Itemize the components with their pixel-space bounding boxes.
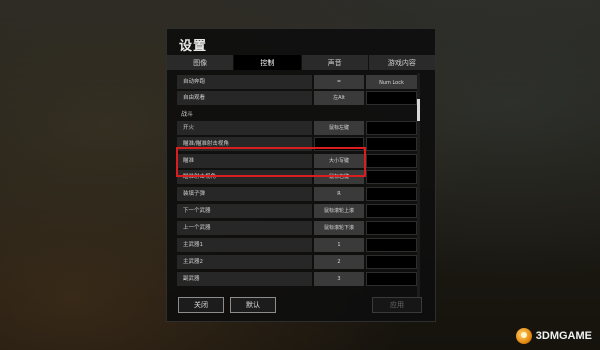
primary-key-slot[interactable]: 鼠标左键	[314, 121, 364, 135]
3dm-logo-icon	[515, 328, 532, 344]
row-label: 自动奔跑	[177, 75, 312, 89]
keybinding-row-sidearm: 副武器 3	[177, 272, 417, 286]
row-label: 主武器1	[177, 238, 312, 252]
keybinding-list: 自动奔跑 = Num Lock 自由观看 左Alt 战斗 开火 鼠标左键 瞄准/…	[177, 73, 425, 307]
keybinding-row-primary-2: 主武器2 2	[177, 255, 417, 269]
row-label: 装填子弹	[177, 187, 312, 201]
row-label: 开火	[177, 121, 312, 135]
secondary-key-slot[interactable]	[366, 91, 417, 105]
keybinding-row-primary-1: 主武器1 1	[177, 238, 417, 252]
watermark: 3DMGAME	[515, 328, 592, 344]
keybinding-row-reload: 装填子弹 R	[177, 187, 417, 201]
keybinding-row-prev-weapon: 上一个武器 鼠标滚轮下滚	[177, 221, 417, 235]
secondary-key-slot[interactable]	[366, 204, 417, 218]
secondary-key-slot[interactable]	[366, 170, 417, 184]
primary-key-slot[interactable]: 鼠标滚轮下滚	[314, 221, 364, 235]
primary-key-slot[interactable]: 鼠标滚轮上滚	[314, 204, 364, 218]
row-label: 主武器2	[177, 255, 312, 269]
secondary-key-slot[interactable]	[366, 221, 417, 235]
keybinding-row-auto-run: 自动奔跑 = Num Lock	[177, 75, 417, 89]
secondary-key-slot[interactable]: Num Lock	[366, 75, 417, 89]
primary-key-slot[interactable]: R	[314, 187, 364, 201]
row-label: 下一个武器	[177, 204, 312, 218]
tab-controls[interactable]: 控制	[234, 55, 301, 70]
secondary-key-slot[interactable]	[366, 137, 417, 151]
secondary-key-slot[interactable]	[366, 121, 417, 135]
secondary-key-slot[interactable]	[366, 238, 417, 252]
row-label: 上一个武器	[177, 221, 312, 235]
close-button[interactable]: 关闭	[178, 297, 224, 313]
row-label: 自由观看	[177, 91, 312, 105]
primary-key-slot[interactable]: 1	[314, 238, 364, 252]
secondary-key-slot[interactable]	[366, 255, 417, 269]
secondary-key-slot[interactable]	[366, 187, 417, 201]
primary-key-slot[interactable]: =	[314, 75, 364, 89]
tab-gameplay[interactable]: 游戏内容	[368, 55, 435, 70]
primary-key-slot[interactable]: 2	[314, 255, 364, 269]
settings-tabs: 图像 控制 声音 游戏内容	[167, 55, 435, 71]
window-title: 设置	[179, 39, 208, 54]
scrollbar-thumb[interactable]	[417, 99, 420, 121]
highlight-box	[176, 147, 366, 177]
watermark-text: 3DMGAME	[535, 330, 592, 342]
keybinding-row-free-look: 自由观看 左Alt	[177, 91, 417, 105]
keybinding-row-next-weapon: 下一个武器 鼠标滚轮上滚	[177, 204, 417, 218]
tab-graphics[interactable]: 图像	[167, 55, 234, 70]
secondary-key-slot[interactable]	[366, 154, 417, 168]
primary-key-slot[interactable]: 左Alt	[314, 91, 364, 105]
keybinding-row-fire: 开火 鼠标左键	[177, 121, 417, 135]
apply-button[interactable]: 应用	[372, 297, 422, 313]
tab-sound[interactable]: 声音	[301, 55, 368, 70]
section-heading: 战斗	[181, 111, 194, 118]
primary-key-slot[interactable]: 3	[314, 272, 364, 286]
row-label: 副武器	[177, 272, 312, 286]
default-button[interactable]: 默认	[230, 297, 276, 313]
secondary-key-slot[interactable]	[366, 272, 417, 286]
